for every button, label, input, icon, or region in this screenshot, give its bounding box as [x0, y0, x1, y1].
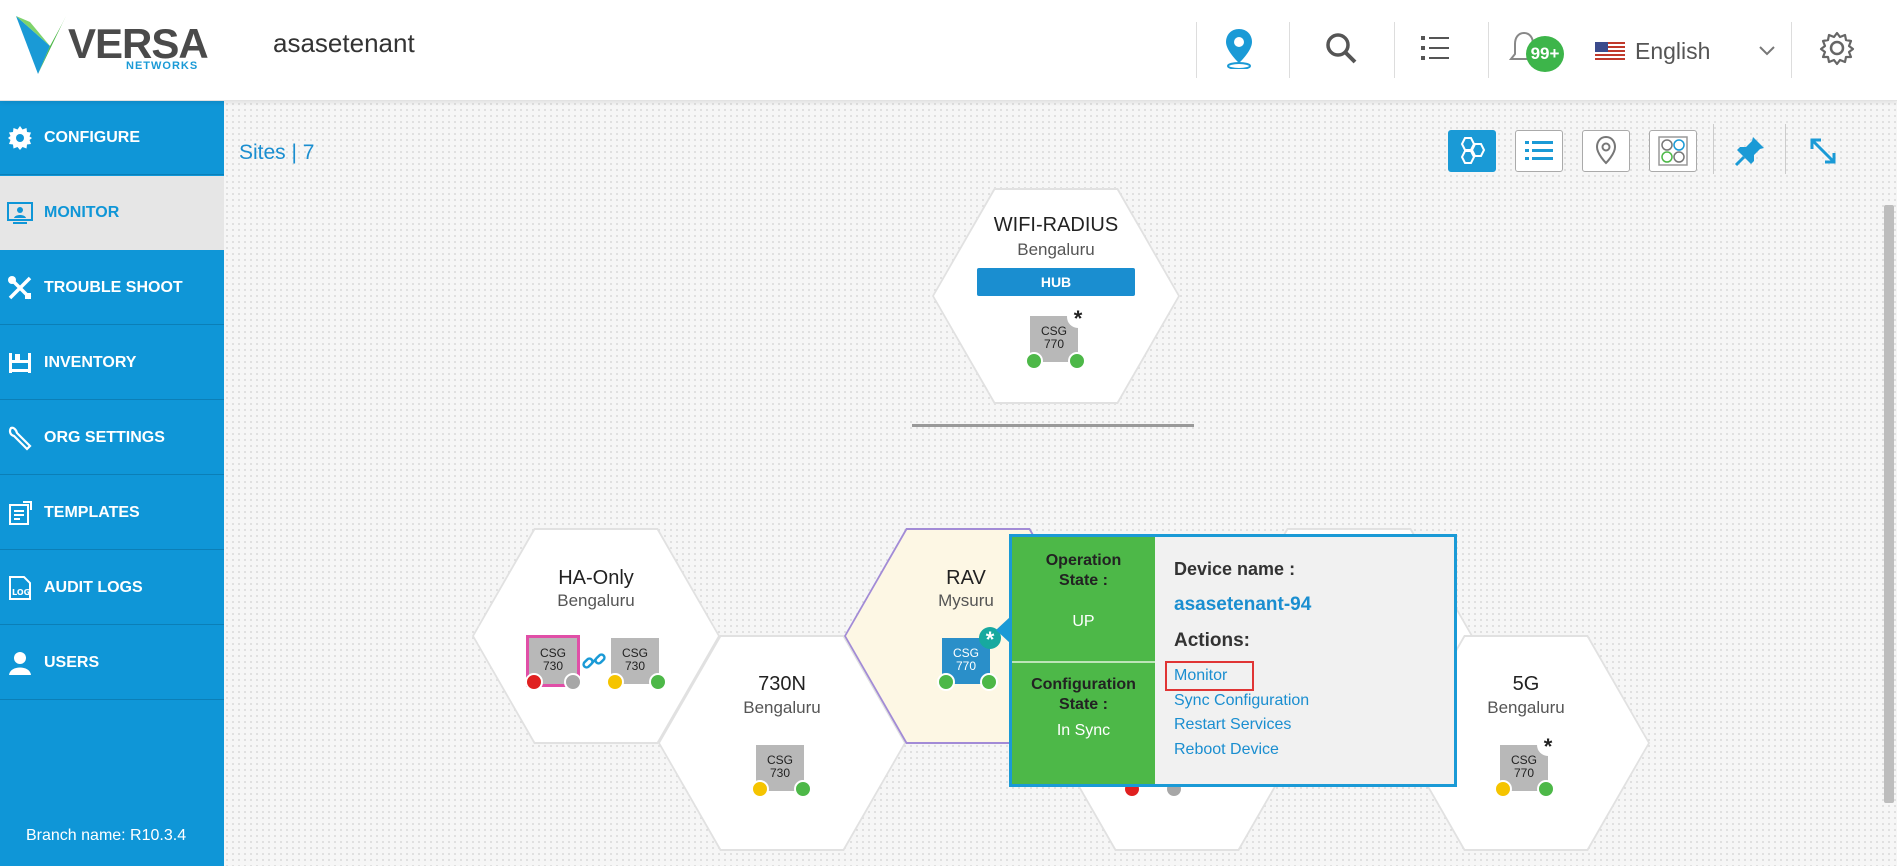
map-view-icon	[1595, 135, 1617, 165]
config-state-value: In Sync	[1056, 722, 1111, 739]
inventory-icon	[6, 349, 34, 377]
header-divider	[1394, 22, 1395, 78]
hexagon-view-button[interactable]	[1448, 130, 1496, 172]
popup-pointer	[996, 617, 1010, 643]
sidebar-item-inventory[interactable]: INVENTORY	[0, 326, 224, 400]
expand-button[interactable]	[1799, 130, 1847, 172]
list-view-icon	[1525, 141, 1553, 160]
status-dot-gray	[564, 673, 582, 691]
versa-logo-mark	[16, 16, 66, 74]
sidebar-item-templates[interactable]: TEMPLATES	[0, 476, 224, 550]
action-reboot-device[interactable]: Reboot Device	[1174, 741, 1279, 759]
sidebar-item-configure[interactable]: CONFIGURE	[0, 101, 224, 175]
header-divider	[1488, 22, 1489, 78]
gear-icon[interactable]	[1815, 26, 1859, 70]
site-city: Bengaluru	[1017, 240, 1095, 259]
operation-state-label: Operation State :	[1045, 552, 1122, 589]
device-name-label: Device name :	[1174, 559, 1296, 579]
sidebar-item-monitor[interactable]: MONITOR	[0, 176, 224, 250]
branch-name: Branch name: R10.3.4	[26, 827, 187, 844]
pin-icon	[1734, 137, 1764, 167]
status-dot-green	[794, 780, 812, 798]
ha-link-icon	[581, 648, 607, 679]
asterisk-icon: *	[1067, 306, 1089, 331]
sidebar-item-org-settings[interactable]: ORG SETTINGS	[0, 401, 224, 475]
status-dot-yellow	[1494, 780, 1512, 798]
status-dot-green	[1025, 352, 1043, 370]
monitor-icon	[6, 199, 34, 227]
user-icon	[6, 649, 34, 677]
device-popup: Operation State : UP Configuration State…	[1009, 534, 1457, 787]
expand-icon	[1810, 138, 1836, 164]
sidebar-item-label: AUDIT LOGS	[44, 578, 143, 596]
status-dot-green	[1537, 780, 1555, 798]
site-name: HA-Only	[558, 567, 634, 589]
chevron-down-icon[interactable]	[1758, 40, 1776, 63]
header-divider	[1196, 22, 1197, 78]
tenant-name: asasetenant	[273, 28, 415, 58]
language-selector[interactable]: English	[1595, 36, 1710, 66]
templates-icon	[6, 499, 34, 527]
sites-count: Sites | 7	[239, 141, 315, 164]
search-icon[interactable]	[1319, 26, 1363, 70]
status-dot-green	[980, 673, 998, 691]
device-name-value[interactable]: asasetenant-94	[1174, 594, 1311, 616]
sidebar-item-trouble-shoot[interactable]: TROUBLE SHOOT	[0, 251, 224, 325]
asterisk-icon: *	[1537, 734, 1559, 759]
toolbar-divider	[1785, 124, 1786, 174]
list-view-button[interactable]	[1515, 130, 1563, 172]
action-restart-services[interactable]: Restart Services	[1174, 716, 1291, 734]
grid-view-button[interactable]	[1649, 130, 1697, 172]
status-dot-yellow	[606, 673, 624, 691]
sidebar-item-label: INVENTORY	[44, 353, 137, 371]
sidebar-item-label: TROUBLE SHOOT	[44, 278, 183, 296]
status-dot-green	[937, 673, 955, 691]
sidebar-item-users[interactable]: USERS	[0, 626, 224, 700]
header-divider	[1791, 22, 1792, 78]
vertical-scrollbar[interactable]	[1884, 205, 1894, 803]
action-sync-configuration[interactable]: Sync Configuration	[1174, 692, 1309, 710]
site-city: Bengaluru	[743, 698, 821, 717]
svg-text:LOG: LOG	[12, 588, 30, 597]
status-dot-red	[525, 673, 543, 691]
pin-button[interactable]	[1726, 130, 1774, 172]
site-city: Bengaluru	[557, 591, 635, 610]
map-view-button[interactable]	[1582, 130, 1630, 172]
sidebar-item-label: MONITOR	[44, 204, 120, 221]
status-dot-yellow	[751, 780, 769, 798]
sidebar-item-label: TEMPLATES	[44, 503, 140, 521]
sidebar-item-label: USERS	[44, 653, 100, 671]
sidebar-item-audit-logs[interactable]: LOG AUDIT LOGS	[0, 551, 224, 625]
tools-icon	[6, 274, 34, 302]
grid-view-icon	[1658, 136, 1688, 166]
hexagon-view-icon	[1460, 137, 1486, 164]
popup-state-panel: Operation State : UP Configuration State…	[1012, 537, 1155, 784]
actions-label: Actions:	[1174, 630, 1250, 651]
header-divider	[1289, 22, 1290, 78]
state-divider	[1012, 661, 1155, 663]
gear-icon	[6, 124, 34, 152]
versa-logo[interactable]: VERSA NETWORKS	[16, 16, 209, 76]
list-icon[interactable]	[1414, 26, 1458, 70]
config-state-label: Configuration State :	[1031, 676, 1136, 713]
action-monitor[interactable]: Monitor	[1174, 667, 1227, 685]
status-dot-green	[1068, 352, 1086, 370]
notification-badge[interactable]: 99+	[1526, 36, 1564, 72]
toolbar-divider	[1713, 124, 1714, 174]
map-pin-icon[interactable]	[1217, 26, 1261, 70]
flag-us-icon	[1595, 41, 1625, 61]
log-icon: LOG	[6, 574, 34, 602]
language-label: English	[1635, 37, 1711, 64]
hub-badge: HUB	[977, 268, 1135, 296]
operation-state-value: UP	[1072, 613, 1095, 630]
hub-divider-line	[912, 424, 1194, 427]
top-header: VERSA NETWORKS asasetenant 99+ English	[0, 0, 1897, 101]
sidebar-item-label: ORG SETTINGS	[44, 428, 165, 446]
wrench-icon	[6, 424, 34, 452]
logo-subtext: NETWORKS	[126, 60, 199, 72]
sidebar-item-label: CONFIGURE	[44, 128, 140, 146]
site-name: WIFI-RADIUS	[993, 214, 1119, 236]
